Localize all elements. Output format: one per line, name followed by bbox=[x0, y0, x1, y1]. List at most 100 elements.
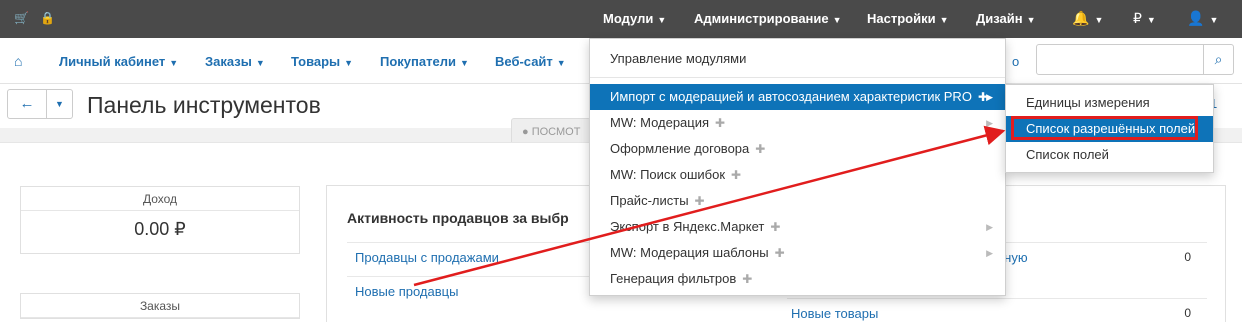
puzzle-icon: ✚ bbox=[742, 272, 753, 286]
topnav-design[interactable]: Дизайн ▼ bbox=[976, 11, 1036, 26]
modules-dropdown-menu: Управление модулями Импорт с модерацией … bbox=[589, 38, 1006, 296]
chevron-down-icon: ▼ bbox=[939, 15, 949, 25]
page-title: Панель инструментов bbox=[87, 92, 321, 118]
puzzle-icon: ✚ bbox=[770, 220, 781, 234]
menu-item-error-search[interactable]: MW: Поиск ошибок ✚ bbox=[590, 162, 1005, 188]
puzzle-icon: ✚ bbox=[731, 168, 742, 182]
search-input[interactable] bbox=[1036, 44, 1204, 75]
chevron-down-icon: ▼ bbox=[1209, 15, 1219, 25]
menu-item-label: Прайс-листы bbox=[610, 193, 689, 208]
nav-products[interactable]: Товары ▼ bbox=[291, 54, 353, 69]
chevron-right-icon: ▶ bbox=[986, 92, 993, 102]
nav-orders[interactable]: Заказы ▼ bbox=[205, 54, 265, 69]
lock-icon[interactable]: 🔒 bbox=[40, 11, 55, 25]
nav-customers[interactable]: Покупатели ▼ bbox=[380, 54, 469, 69]
topnav-administration[interactable]: Администрирование ▼ bbox=[694, 11, 842, 26]
nav-label: Покупатели bbox=[380, 54, 456, 69]
menu-item-label: Генерация фильтров bbox=[610, 271, 737, 286]
notifications-button[interactable]: 🔔 ▼ bbox=[1072, 10, 1103, 27]
menu-item-label: Экспорт в Яндекс.Маркет bbox=[610, 219, 765, 234]
stat-card-income: Доход 0.00 ₽ bbox=[20, 186, 300, 254]
chevron-down-icon: ▼ bbox=[169, 58, 179, 68]
menu-item-mw-moderation[interactable]: MW: Модерация ✚ ▶ bbox=[590, 110, 1005, 136]
menu-item-label: MW: Модерация шаблоны bbox=[610, 245, 769, 260]
nav-label: Товары bbox=[291, 54, 341, 69]
annotation-highlight-box bbox=[1011, 116, 1198, 140]
chevron-down-icon: ▼ bbox=[1146, 15, 1156, 25]
submenu-item-label: Единицы измерения bbox=[1026, 95, 1150, 110]
stat-value: 0.00 ₽ bbox=[134, 219, 186, 239]
stat-label: Заказы bbox=[21, 294, 299, 318]
chevron-down-icon: ▼ bbox=[459, 58, 469, 68]
currency-button[interactable]: ₽ ▼ bbox=[1133, 10, 1156, 27]
menu-item-filter-generation[interactable]: Генерация фильтров ✚ bbox=[590, 266, 1005, 292]
activity-count: 0 bbox=[1184, 306, 1191, 320]
chevron-right-icon: ▶ bbox=[986, 248, 993, 258]
search-button[interactable]: ⌕ bbox=[1203, 44, 1234, 75]
cart-icon[interactable]: 🛒 bbox=[14, 11, 29, 25]
topnav-design-label: Дизайн bbox=[976, 11, 1023, 26]
chevron-down-icon: ▼ bbox=[1026, 15, 1036, 25]
top-left-icons: 🛒 🔒 bbox=[14, 11, 63, 25]
chevron-down-icon: ▼ bbox=[344, 58, 354, 68]
top-bar: 🛒 🔒 Модули ▼ Администрирование ▼ Настройки… bbox=[0, 0, 1242, 38]
list-item: Новые товары 0 bbox=[787, 298, 1207, 322]
puzzle-icon: ✚ bbox=[715, 116, 726, 130]
menu-item-yandex-export[interactable]: Экспорт в Яндекс.Маркет ✚ ▶ bbox=[590, 214, 1005, 240]
topnav-administration-label: Администрирование bbox=[694, 11, 829, 26]
activity-count: 0 bbox=[1184, 250, 1191, 264]
nav-label: Веб-сайт bbox=[495, 54, 553, 69]
menu-item-label: Управление модулями bbox=[610, 51, 747, 66]
activity-title: Активность продавцов за выбр bbox=[347, 210, 569, 226]
bell-icon: 🔔 bbox=[1072, 10, 1090, 26]
new-products-link[interactable]: Новые товары bbox=[791, 306, 878, 321]
chevron-down-icon: ▼ bbox=[657, 15, 667, 25]
chevron-down-icon: ▼ bbox=[55, 99, 64, 109]
vendors-with-sales-link[interactable]: Продавцы с продажами bbox=[355, 250, 499, 265]
chevron-right-icon: ▶ bbox=[986, 222, 993, 232]
puzzle-icon: ✚ bbox=[694, 194, 705, 208]
topnav-settings[interactable]: Настройки ▼ bbox=[867, 11, 949, 26]
menu-item-label: MW: Модерация bbox=[610, 115, 710, 130]
eye-icon: ● bbox=[522, 126, 532, 138]
back-button[interactable]: ← bbox=[7, 89, 47, 119]
nav-truncated-item[interactable]: о bbox=[1012, 54, 1019, 69]
puzzle-icon: ✚ bbox=[774, 246, 785, 260]
back-dropdown-button[interactable]: ▼ bbox=[46, 89, 73, 119]
topnav-settings-label: Настройки bbox=[867, 11, 936, 26]
stat-label: Доход bbox=[21, 187, 299, 211]
nav-label: Заказы bbox=[205, 54, 252, 69]
topnav-modules[interactable]: Модули ▼ bbox=[603, 11, 666, 26]
nav-personal-cabinet[interactable]: Личный кабинет ▼ bbox=[59, 54, 178, 69]
chevron-down-icon: ▼ bbox=[556, 58, 566, 68]
stat-card-orders: Заказы bbox=[20, 293, 300, 319]
view-button-label: ПОСМОТ bbox=[531, 126, 581, 138]
menu-item-label: Импорт с модерацией и автосозданием хара… bbox=[610, 89, 972, 104]
new-vendors-link[interactable]: Новые продавцы bbox=[355, 284, 458, 299]
arrow-left-icon: ← bbox=[19, 95, 35, 112]
menu-item-manage-modules[interactable]: Управление модулями bbox=[590, 46, 1005, 72]
menu-item-price-lists[interactable]: Прайс-листы ✚ bbox=[590, 188, 1005, 214]
search-icon: ⌕ bbox=[1214, 51, 1223, 67]
submenu-item-units[interactable]: Единицы измерения bbox=[1006, 90, 1213, 116]
chevron-right-icon: ▶ bbox=[986, 118, 993, 128]
user-menu-button[interactable]: 👤 ▼ bbox=[1187, 10, 1218, 27]
menu-item-label: Оформление договора bbox=[610, 141, 750, 156]
home-icon[interactable]: ⌂ bbox=[14, 53, 22, 69]
chevron-down-icon: ▼ bbox=[255, 58, 265, 68]
menu-item-contract[interactable]: Оформление договора ✚ bbox=[590, 136, 1005, 162]
menu-item-import-pro[interactable]: Импорт с модерацией и автосозданием хара… bbox=[590, 84, 1005, 110]
submenu-item-fields-list[interactable]: Список полей bbox=[1006, 142, 1213, 168]
menu-item-mw-moderation-templates[interactable]: MW: Модерация шаблоны ✚ ▶ bbox=[590, 240, 1005, 266]
menu-divider bbox=[590, 77, 1005, 78]
submenu-item-label: Список полей bbox=[1026, 147, 1109, 162]
nav-website[interactable]: Веб-сайт ▼ bbox=[495, 54, 566, 69]
puzzle-icon: ✚ bbox=[755, 142, 766, 156]
currency-symbol: ₽ bbox=[1133, 10, 1142, 26]
chevron-down-icon: ▼ bbox=[832, 15, 842, 25]
menu-item-label: MW: Поиск ошибок bbox=[610, 167, 726, 182]
chevron-down-icon: ▼ bbox=[1094, 15, 1104, 25]
topnav-modules-label: Модули bbox=[603, 11, 654, 26]
nav-label: Личный кабинет bbox=[59, 54, 166, 69]
user-icon: 👤 bbox=[1187, 10, 1205, 26]
